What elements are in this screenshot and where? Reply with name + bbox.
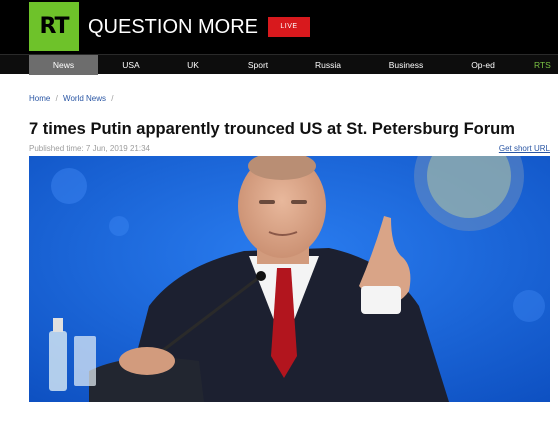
nav-item-news[interactable]: News [29,55,98,75]
nav-item-uk[interactable]: UK [170,55,216,75]
nav-item-business[interactable]: Business [376,55,436,75]
site-header: RT QUESTION MORE LIVE [0,0,558,54]
breadcrumb-world-news[interactable]: World News [63,94,106,103]
breadcrumb: Home / World News / [29,94,117,104]
published-time: Published time: 7 Jun, 2019 21:34 [29,144,150,153]
breadcrumb-home[interactable]: Home [29,94,50,103]
live-button[interactable]: LIVE [268,17,310,37]
article-title: 7 times Putin apparently trounced US at … [29,120,515,138]
main-nav: News USA UK Sport Russia Business Op-ed … [0,54,558,75]
nav-item-usa[interactable]: USA [105,55,157,75]
nav-item-sport[interactable]: Sport [232,55,284,75]
nav-item-rts[interactable]: RTS [534,55,558,75]
get-short-url-link[interactable]: Get short URL [499,144,550,154]
breadcrumb-separator: / [111,94,114,103]
breadcrumb-separator: / [55,94,58,103]
brand-tagline: QUESTION MORE [88,16,259,38]
nav-item-russia[interactable]: Russia [300,55,356,75]
article-photo[interactable] [29,156,550,402]
photo-of-speaker-at-forum-icon [29,156,550,402]
rt-logo[interactable]: RT [29,2,79,51]
nav-item-op-ed[interactable]: Op-ed [455,55,511,75]
